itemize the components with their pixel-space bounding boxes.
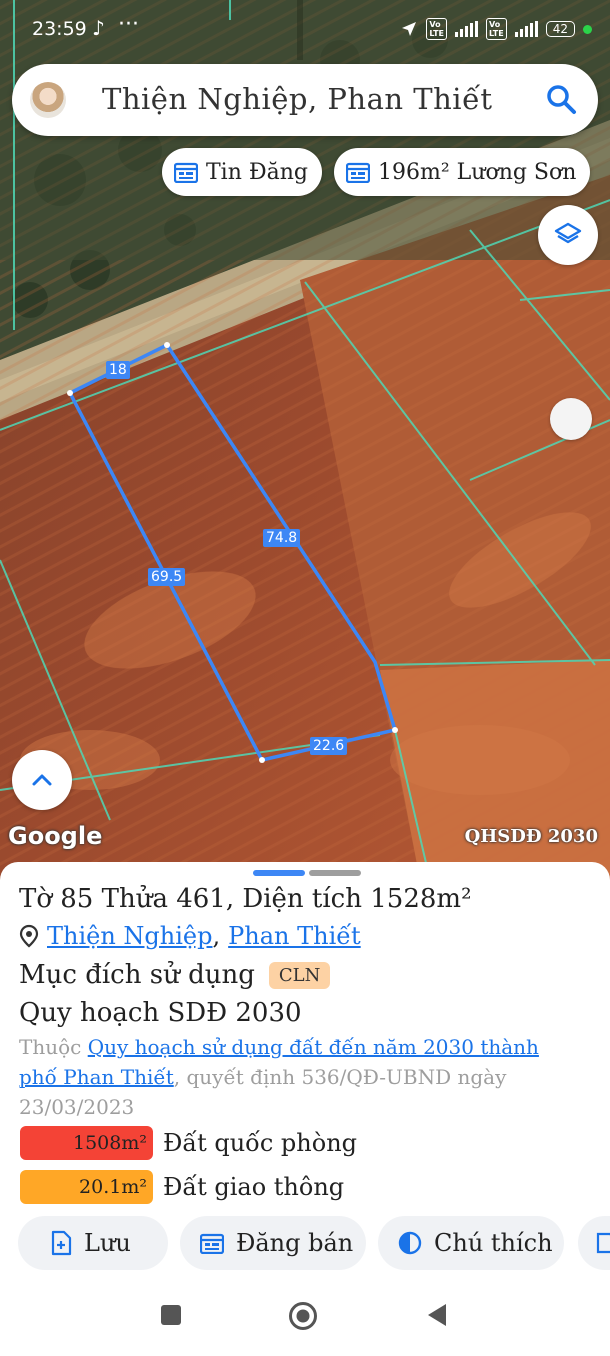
location-row: Thiện Nghiệp , Phan Thiết: [19, 922, 361, 950]
calendar-icon: [346, 162, 370, 183]
more-action-button[interactable]: [578, 1216, 610, 1270]
plan-prefix: Thuộc: [19, 1035, 88, 1059]
search-icon[interactable]: [544, 82, 578, 116]
dimension-label: 69.5: [148, 568, 186, 586]
land-use-area: 20.1m²: [20, 1170, 153, 1204]
layers-button[interactable]: [538, 205, 598, 265]
post-label: Đăng bán: [236, 1229, 354, 1257]
add-document-icon: [596, 1232, 610, 1254]
land-use-label: Đất quốc phòng: [163, 1129, 358, 1157]
volte-icon: Vo LTE: [426, 18, 448, 40]
chip-listing[interactable]: 196m² Lương Sơn: [334, 148, 591, 196]
city-link[interactable]: Phan Thiết: [228, 922, 361, 950]
map-view[interactable]: 18 74.8 69.5 22.6 23:59 ♪ ··· Vo LTE Vo LT…: [0, 0, 610, 880]
search-bar[interactable]: Thiện Nghiệp, Phan Thiết: [12, 64, 598, 136]
dimension-label: 74.8: [263, 529, 301, 547]
action-buttons: Lưu Đăng bán Chú thích: [18, 1216, 610, 1272]
legend-label: Chú thích: [434, 1229, 553, 1257]
add-file-icon: [51, 1230, 72, 1256]
chip-tin-dang[interactable]: Tin Đăng: [162, 148, 322, 196]
commune-link[interactable]: Thiện Nghiệp: [47, 922, 213, 950]
post-for-sale-button[interactable]: Đăng bán: [180, 1216, 366, 1270]
save-button[interactable]: Lưu: [18, 1216, 168, 1270]
back-icon[interactable]: [426, 1302, 448, 1328]
plan-description: Thuộc Quy hoạch sử dụng đất đến năm 2030…: [19, 1032, 579, 1122]
land-use-label: Đất giao thông: [163, 1173, 345, 1201]
volte-icon: Vo LTE: [486, 18, 507, 40]
home-icon[interactable]: [288, 1301, 318, 1331]
sheet-handle[interactable]: [253, 870, 361, 876]
layers-icon: [554, 222, 582, 244]
purpose-badge: CLN: [268, 961, 331, 989]
avatar[interactable]: [30, 82, 66, 118]
battery-icon: 42: [545, 21, 575, 37]
sheet-page-indicator-active: [253, 870, 305, 876]
location-separator: ,: [212, 922, 221, 950]
location-arrow-icon: [402, 22, 417, 36]
save-label: Lưu: [84, 1229, 131, 1257]
dimension-label: 18: [106, 361, 130, 379]
calendar-icon: [174, 162, 198, 183]
system-nav-bar: [0, 1290, 610, 1356]
chevron-up-icon: [32, 774, 52, 786]
contrast-icon: [398, 1231, 422, 1255]
map-handle[interactable]: [550, 398, 592, 440]
sheet-page-indicator: [309, 870, 361, 876]
google-logo: Google: [8, 822, 103, 850]
parcel-title: Tờ 85 Thửa 461, Diện tích 1528m²: [19, 884, 472, 914]
chip-label: Tin Đăng: [206, 159, 308, 185]
land-use-row: 1508m² Đất quốc phòng: [20, 1126, 357, 1160]
tiktok-icon: ♪: [92, 16, 105, 40]
land-use-row: 20.1m² Đất giao thông: [20, 1170, 344, 1204]
dimension-label: 22.6: [310, 737, 348, 755]
recent-apps-icon[interactable]: [160, 1304, 182, 1326]
legend-button[interactable]: Chú thích: [378, 1216, 564, 1270]
land-use-area: 1508m²: [20, 1126, 153, 1160]
plan-title: Quy hoạch SDĐ 2030: [19, 998, 302, 1028]
parcel-info-sheet: Tờ 85 Thửa 461, Diện tích 1528m² Thiện N…: [0, 862, 610, 1356]
status-time: 23:59: [32, 18, 87, 40]
expand-sheet-button[interactable]: [12, 750, 72, 810]
purpose-row: Mục đích sử dụng CLN: [19, 960, 331, 990]
signal-icon: [455, 21, 479, 37]
chip-label: 196m² Lương Sơn: [378, 159, 577, 185]
privacy-indicator-icon: [583, 24, 592, 34]
search-query[interactable]: Thiện Nghiệp, Phan Thiết: [102, 82, 493, 116]
purpose-label: Mục đích sử dụng: [19, 960, 255, 990]
signal-4g-icon: [514, 21, 538, 37]
calendar-icon: [200, 1233, 224, 1254]
map-layer-label: QHSDĐ 2030: [464, 826, 598, 847]
status-bar: 23:59 ♪ ··· Vo LTE Vo LTE 42: [0, 0, 610, 60]
location-pin-icon: [19, 924, 39, 948]
more-notifications-icon: ···: [118, 12, 139, 37]
